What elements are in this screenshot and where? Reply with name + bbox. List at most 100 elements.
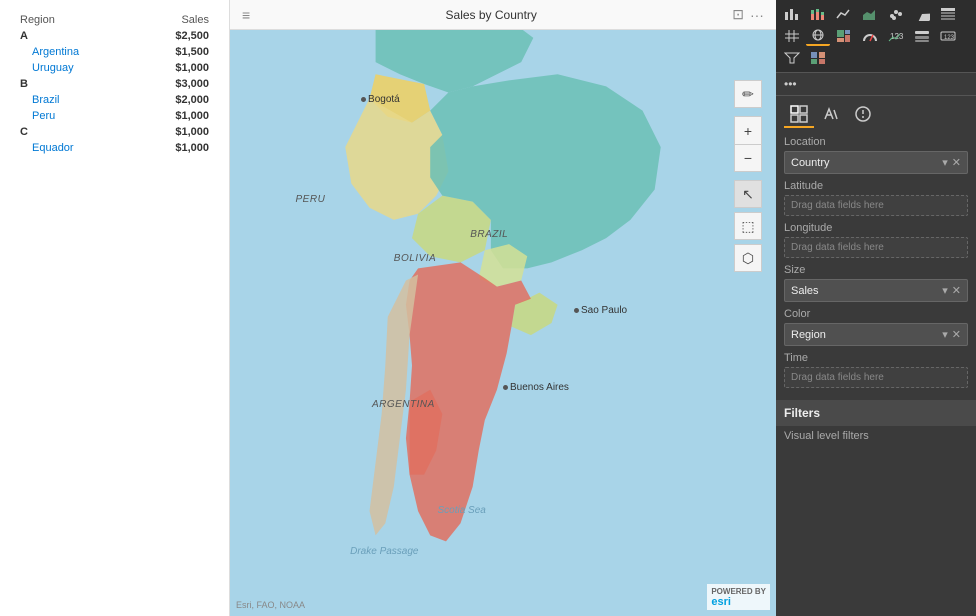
expand-icon[interactable]: ⊡ bbox=[732, 6, 744, 23]
group-total: $1,000 bbox=[138, 124, 213, 140]
map-controls: ✏ + − ↖ ⬚ ⬡ bbox=[734, 80, 762, 272]
country-field[interactable]: Country ▾ ✕ bbox=[784, 151, 968, 174]
item-sales: $1,000 bbox=[138, 108, 213, 124]
color-label: Color bbox=[784, 308, 968, 320]
item-name[interactable]: Equador bbox=[16, 140, 138, 156]
size-value: Sales bbox=[791, 285, 819, 297]
time-label: Time bbox=[784, 352, 968, 364]
legend-item-row: Equador$1,000 bbox=[16, 140, 213, 156]
group-total: $2,500 bbox=[138, 28, 213, 44]
legend-item-row: Brazil$2,000 bbox=[16, 92, 213, 108]
cursor-button[interactable]: ↖ bbox=[734, 180, 762, 208]
fields-section: Location Country ▾ ✕ Latitude Drag data … bbox=[776, 96, 976, 396]
pie-chart-icon[interactable] bbox=[910, 4, 934, 24]
lasso-select-button[interactable]: ⬡ bbox=[734, 244, 762, 272]
size-field-icons: ▾ ✕ bbox=[942, 284, 961, 297]
item-name[interactable]: Peru bbox=[16, 108, 138, 124]
fields-tab[interactable] bbox=[784, 102, 814, 128]
zoom-out-button[interactable]: − bbox=[734, 144, 762, 172]
latitude-label: Latitude bbox=[784, 180, 968, 192]
item-name[interactable]: Argentina bbox=[16, 44, 138, 60]
treemap-icon[interactable] bbox=[832, 26, 856, 46]
location-label: Location bbox=[784, 136, 968, 148]
bar-chart-icon[interactable] bbox=[780, 4, 804, 24]
color-dropdown-icon[interactable]: ▾ bbox=[942, 328, 948, 341]
item-sales: $1,000 bbox=[138, 60, 213, 76]
sales-header: Sales bbox=[138, 12, 213, 28]
drag-handle[interactable]: ≡ bbox=[242, 7, 250, 23]
size-dropdown-icon[interactable]: ▾ bbox=[942, 284, 948, 297]
legend-item-row: Peru$1,000 bbox=[16, 108, 213, 124]
svg-text:123: 123 bbox=[890, 32, 904, 41]
map-header: ≡ Sales by Country ⊡ ··· bbox=[230, 0, 776, 30]
color-field-icons: ▾ ✕ bbox=[942, 328, 961, 341]
latitude-drop-zone[interactable]: Drag data fields here bbox=[784, 195, 968, 216]
size-field[interactable]: Sales ▾ ✕ bbox=[784, 279, 968, 302]
area-chart-icon[interactable] bbox=[858, 4, 882, 24]
section-tabs bbox=[784, 102, 968, 128]
group-label: C bbox=[16, 124, 138, 140]
table-icon[interactable] bbox=[936, 4, 960, 24]
zoom-group: + − bbox=[734, 116, 762, 172]
region-header: Region bbox=[16, 12, 138, 28]
funnel-icon[interactable] bbox=[780, 48, 804, 68]
country-dropdown-icon[interactable]: ▾ bbox=[942, 156, 948, 169]
legend-item-row: Argentina$1,500 bbox=[16, 44, 213, 60]
center-panel: ≡ Sales by Country ⊡ ··· bbox=[230, 0, 776, 616]
item-sales: $2,000 bbox=[138, 92, 213, 108]
legend-group-row: C$1,000 bbox=[16, 124, 213, 140]
time-drop-zone[interactable]: Drag data fields here bbox=[784, 367, 968, 388]
longitude-drop-zone[interactable]: Drag data fields here bbox=[784, 237, 968, 258]
scatter-icon[interactable] bbox=[884, 4, 908, 24]
more-dots: ••• bbox=[784, 77, 797, 91]
legend-group-row: B$3,000 bbox=[16, 76, 213, 92]
gauge-icon[interactable] bbox=[858, 26, 882, 46]
item-sales: $1,500 bbox=[138, 44, 213, 60]
item-name[interactable]: Uruguay bbox=[16, 60, 138, 76]
zoom-in-button[interactable]: + bbox=[734, 116, 762, 144]
legend-group-row: A$2,500 bbox=[16, 28, 213, 44]
map-svg bbox=[230, 30, 776, 616]
map-icon[interactable] bbox=[806, 26, 830, 46]
size-remove-icon[interactable]: ✕ bbox=[952, 284, 961, 297]
toolbar-row-1: 123 123 bbox=[776, 0, 976, 72]
more-visuals-icon[interactable] bbox=[806, 48, 830, 68]
item-name[interactable]: Brazil bbox=[16, 92, 138, 108]
stacked-bar-icon[interactable] bbox=[806, 4, 830, 24]
map-container: Bogotá Sao Paulo Buenos Aires PERU BOLIV… bbox=[230, 30, 776, 616]
slicer-icon[interactable] bbox=[910, 26, 934, 46]
more-options-icon[interactable]: ··· bbox=[750, 7, 764, 23]
filters-subtext: Visual level filters bbox=[776, 426, 976, 446]
legend-panel: Region Sales A$2,500Argentina$1,500Urugu… bbox=[0, 0, 230, 616]
color-value: Region bbox=[791, 329, 826, 341]
legend-item-row: Uruguay$1,000 bbox=[16, 60, 213, 76]
map-header-icons: ⊡ ··· bbox=[732, 6, 764, 23]
size-label: Size bbox=[784, 264, 968, 276]
longitude-label: Longitude bbox=[784, 222, 968, 234]
group-label: B bbox=[16, 76, 138, 92]
card-icon[interactable]: 123 bbox=[936, 26, 960, 46]
svg-text:123: 123 bbox=[944, 35, 955, 41]
color-field[interactable]: Region ▾ ✕ bbox=[784, 323, 968, 346]
group-total: $3,000 bbox=[138, 76, 213, 92]
esri-logo: POWERED BY esri bbox=[707, 584, 770, 610]
format-tab[interactable] bbox=[816, 102, 846, 128]
color-remove-icon[interactable]: ✕ bbox=[952, 328, 961, 341]
country-field-icons: ▾ ✕ bbox=[942, 156, 961, 169]
map-title: Sales by Country bbox=[446, 8, 537, 22]
map-attribution: Esri, FAO, NOAA bbox=[236, 600, 305, 610]
more-button[interactable]: ••• bbox=[776, 73, 976, 95]
draw-icon[interactable]: ✏ bbox=[734, 80, 762, 108]
filters-header: Filters bbox=[776, 400, 976, 426]
group-label: A bbox=[16, 28, 138, 44]
matrix-icon[interactable] bbox=[780, 26, 804, 46]
analytics-tab[interactable] bbox=[848, 102, 878, 128]
country-value: Country bbox=[791, 157, 830, 169]
legend-table: Region Sales A$2,500Argentina$1,500Urugu… bbox=[16, 12, 213, 156]
country-remove-icon[interactable]: ✕ bbox=[952, 156, 961, 169]
right-panel: 123 123 ••• bbox=[776, 0, 976, 616]
item-sales: $1,000 bbox=[138, 140, 213, 156]
rectangle-select-button[interactable]: ⬚ bbox=[734, 212, 762, 240]
line-chart-icon[interactable] bbox=[832, 4, 856, 24]
kpi-icon[interactable]: 123 bbox=[884, 26, 908, 46]
